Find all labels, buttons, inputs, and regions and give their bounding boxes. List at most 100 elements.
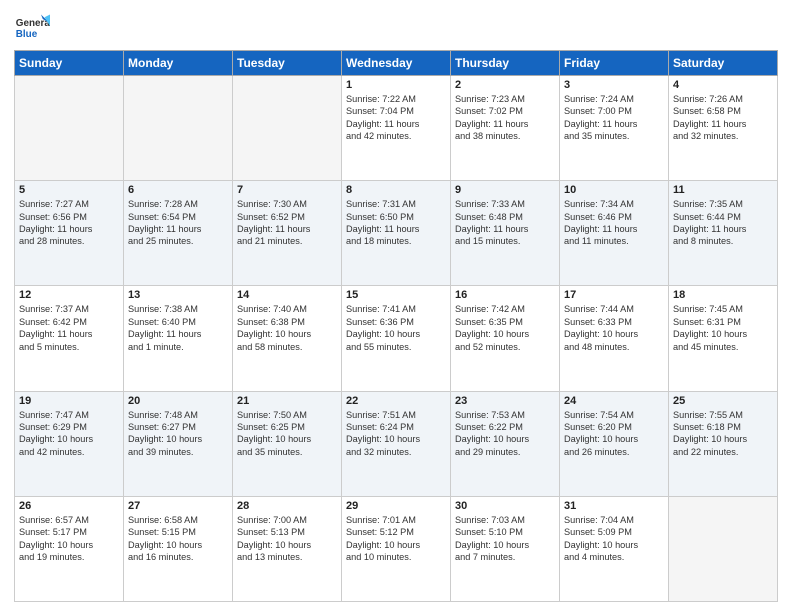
calendar-cell: 13 Sunrise: 7:38 AM Sunset: 6:40 PM Dayli… — [124, 286, 233, 391]
calendar-week-4: 19 Sunrise: 7:47 AM Sunset: 6:29 PM Dayli… — [15, 391, 778, 496]
calendar-cell: 6 Sunrise: 7:28 AM Sunset: 6:54 PM Daylig… — [124, 181, 233, 286]
day-number: 9 — [455, 184, 555, 196]
day-number: 5 — [19, 184, 119, 196]
calendar-cell: 10 Sunrise: 7:34 AM Sunset: 6:46 PM Dayli… — [560, 181, 669, 286]
calendar-cell: 23 Sunrise: 7:53 AM Sunset: 6:22 PM Dayli… — [451, 391, 560, 496]
calendar-cell: 27Sunrise: 6:58 AM Sunset: 5:15 PM Dayli… — [124, 496, 233, 601]
day-number: 4 — [673, 79, 773, 91]
day-number: 17 — [564, 289, 664, 301]
cell-info: Sunrise: 7:38 AM Sunset: 6:40 PM Dayligh… — [128, 303, 228, 353]
cell-info: Sunrise: 7:03 AM Sunset: 5:10 PM Dayligh… — [455, 514, 555, 564]
day-number: 28 — [237, 500, 337, 512]
cell-info: Sunrise: 7:33 AM Sunset: 6:48 PM Dayligh… — [455, 198, 555, 248]
cell-info: Sunrise: 7:30 AM Sunset: 6:52 PM Dayligh… — [237, 198, 337, 248]
cell-info: Sunrise: 7:48 AM Sunset: 6:27 PM Dayligh… — [128, 409, 228, 459]
day-number: 15 — [346, 289, 446, 301]
day-number: 30 — [455, 500, 555, 512]
day-header-monday: Monday — [124, 51, 233, 76]
calendar-cell: 21 Sunrise: 7:50 AM Sunset: 6:25 PM Dayli… — [233, 391, 342, 496]
day-number: 20 — [128, 395, 228, 407]
cell-info: Sunrise: 7:47 AM Sunset: 6:29 PM Dayligh… — [19, 409, 119, 459]
calendar-cell: 1 Sunrise: 7:22 AM Sunset: 7:04 PM Daylig… — [342, 76, 451, 181]
calendar-cell: 8 Sunrise: 7:31 AM Sunset: 6:50 PM Daylig… — [342, 181, 451, 286]
cell-info: Sunrise: 7:42 AM Sunset: 6:35 PM Dayligh… — [455, 303, 555, 353]
day-number: 7 — [237, 184, 337, 196]
cell-info: Sunrise: 7:44 AM Sunset: 6:33 PM Dayligh… — [564, 303, 664, 353]
cell-info: Sunrise: 7:50 AM Sunset: 6:25 PM Dayligh… — [237, 409, 337, 459]
day-header-saturday: Saturday — [669, 51, 778, 76]
generalblue-logo-icon: General Blue — [14, 10, 50, 46]
calendar-cell: 29Sunrise: 7:01 AM Sunset: 5:12 PM Dayli… — [342, 496, 451, 601]
calendar-cell: 4 Sunrise: 7:26 AM Sunset: 6:58 PM Daylig… — [669, 76, 778, 181]
cell-info: Sunrise: 7:26 AM Sunset: 6:58 PM Dayligh… — [673, 93, 773, 143]
calendar-week-3: 12 Sunrise: 7:37 AM Sunset: 6:42 PM Dayli… — [15, 286, 778, 391]
day-number: 12 — [19, 289, 119, 301]
cell-info: Sunrise: 7:53 AM Sunset: 6:22 PM Dayligh… — [455, 409, 555, 459]
calendar-cell: 7 Sunrise: 7:30 AM Sunset: 6:52 PM Daylig… — [233, 181, 342, 286]
calendar-cell — [15, 76, 124, 181]
calendar-cell: 11Sunrise: 7:35 AM Sunset: 6:44 PM Dayli… — [669, 181, 778, 286]
calendar-week-2: 5 Sunrise: 7:27 AM Sunset: 6:56 PM Daylig… — [15, 181, 778, 286]
calendar-cell: 20 Sunrise: 7:48 AM Sunset: 6:27 PM Dayli… — [124, 391, 233, 496]
day-number: 8 — [346, 184, 446, 196]
cell-info: Sunrise: 7:27 AM Sunset: 6:56 PM Dayligh… — [19, 198, 119, 248]
calendar-cell: 26 Sunrise: 6:57 AM Sunset: 5:17 PM Dayli… — [15, 496, 124, 601]
day-number: 2 — [455, 79, 555, 91]
cell-info: Sunrise: 7:04 AM Sunset: 5:09 PM Dayligh… — [564, 514, 664, 564]
calendar-cell: 2 Sunrise: 7:23 AM Sunset: 7:02 PM Daylig… — [451, 76, 560, 181]
calendar-cell — [124, 76, 233, 181]
logo: General Blue — [14, 10, 50, 46]
day-header-wednesday: Wednesday — [342, 51, 451, 76]
cell-info: Sunrise: 7:24 AM Sunset: 7:00 PM Dayligh… — [564, 93, 664, 143]
calendar-week-1: 1 Sunrise: 7:22 AM Sunset: 7:04 PM Daylig… — [15, 76, 778, 181]
calendar-table: SundayMondayTuesdayWednesdayThursdayFrid… — [14, 50, 778, 602]
day-header-thursday: Thursday — [451, 51, 560, 76]
cell-info: Sunrise: 6:58 AM Sunset: 5:15 PM Dayligh… — [128, 514, 228, 564]
day-number: 29 — [346, 500, 446, 512]
cell-info: Sunrise: 7:51 AM Sunset: 6:24 PM Dayligh… — [346, 409, 446, 459]
cell-info: Sunrise: 7:34 AM Sunset: 6:46 PM Dayligh… — [564, 198, 664, 248]
calendar-cell: 14 Sunrise: 7:40 AM Sunset: 6:38 PM Dayli… — [233, 286, 342, 391]
day-number: 21 — [237, 395, 337, 407]
cell-info: Sunrise: 7:37 AM Sunset: 6:42 PM Dayligh… — [19, 303, 119, 353]
day-number: 1 — [346, 79, 446, 91]
cell-info: Sunrise: 7:40 AM Sunset: 6:38 PM Dayligh… — [237, 303, 337, 353]
cell-info: Sunrise: 7:41 AM Sunset: 6:36 PM Dayligh… — [346, 303, 446, 353]
cell-info: Sunrise: 6:57 AM Sunset: 5:17 PM Dayligh… — [19, 514, 119, 564]
calendar-cell: 3 Sunrise: 7:24 AM Sunset: 7:00 PM Daylig… — [560, 76, 669, 181]
day-number: 23 — [455, 395, 555, 407]
day-number: 25 — [673, 395, 773, 407]
header: General Blue — [14, 10, 778, 46]
day-number: 6 — [128, 184, 228, 196]
day-header-tuesday: Tuesday — [233, 51, 342, 76]
day-number: 14 — [237, 289, 337, 301]
calendar-cell: 18 Sunrise: 7:45 AM Sunset: 6:31 PM Dayli… — [669, 286, 778, 391]
day-number: 3 — [564, 79, 664, 91]
calendar-cell: 15 Sunrise: 7:41 AM Sunset: 6:36 PM Dayli… — [342, 286, 451, 391]
day-number: 26 — [19, 500, 119, 512]
calendar-cell: 30 Sunrise: 7:03 AM Sunset: 5:10 PM Dayli… — [451, 496, 560, 601]
svg-text:Blue: Blue — [16, 29, 38, 40]
calendar-week-5: 26 Sunrise: 6:57 AM Sunset: 5:17 PM Dayli… — [15, 496, 778, 601]
day-number: 18 — [673, 289, 773, 301]
cell-info: Sunrise: 7:28 AM Sunset: 6:54 PM Dayligh… — [128, 198, 228, 248]
cell-info: Sunrise: 7:54 AM Sunset: 6:20 PM Dayligh… — [564, 409, 664, 459]
calendar-cell: 19 Sunrise: 7:47 AM Sunset: 6:29 PM Dayli… — [15, 391, 124, 496]
calendar-cell: 25 Sunrise: 7:55 AM Sunset: 6:18 PM Dayli… — [669, 391, 778, 496]
cell-info: Sunrise: 7:00 AM Sunset: 5:13 PM Dayligh… — [237, 514, 337, 564]
days-header-row: SundayMondayTuesdayWednesdayThursdayFrid… — [15, 51, 778, 76]
day-number: 19 — [19, 395, 119, 407]
cell-info: Sunrise: 7:45 AM Sunset: 6:31 PM Dayligh… — [673, 303, 773, 353]
calendar-cell — [669, 496, 778, 601]
day-number: 13 — [128, 289, 228, 301]
cell-info: Sunrise: 7:22 AM Sunset: 7:04 PM Dayligh… — [346, 93, 446, 143]
cell-info: Sunrise: 7:31 AM Sunset: 6:50 PM Dayligh… — [346, 198, 446, 248]
calendar-cell: 24Sunrise: 7:54 AM Sunset: 6:20 PM Dayli… — [560, 391, 669, 496]
calendar-cell — [233, 76, 342, 181]
day-number: 31 — [564, 500, 664, 512]
cell-info: Sunrise: 7:55 AM Sunset: 6:18 PM Dayligh… — [673, 409, 773, 459]
cell-info: Sunrise: 7:23 AM Sunset: 7:02 PM Dayligh… — [455, 93, 555, 143]
day-number: 10 — [564, 184, 664, 196]
calendar-cell: 31 Sunrise: 7:04 AM Sunset: 5:09 PM Dayli… — [560, 496, 669, 601]
calendar-cell: 17 Sunrise: 7:44 AM Sunset: 6:33 PM Dayli… — [560, 286, 669, 391]
